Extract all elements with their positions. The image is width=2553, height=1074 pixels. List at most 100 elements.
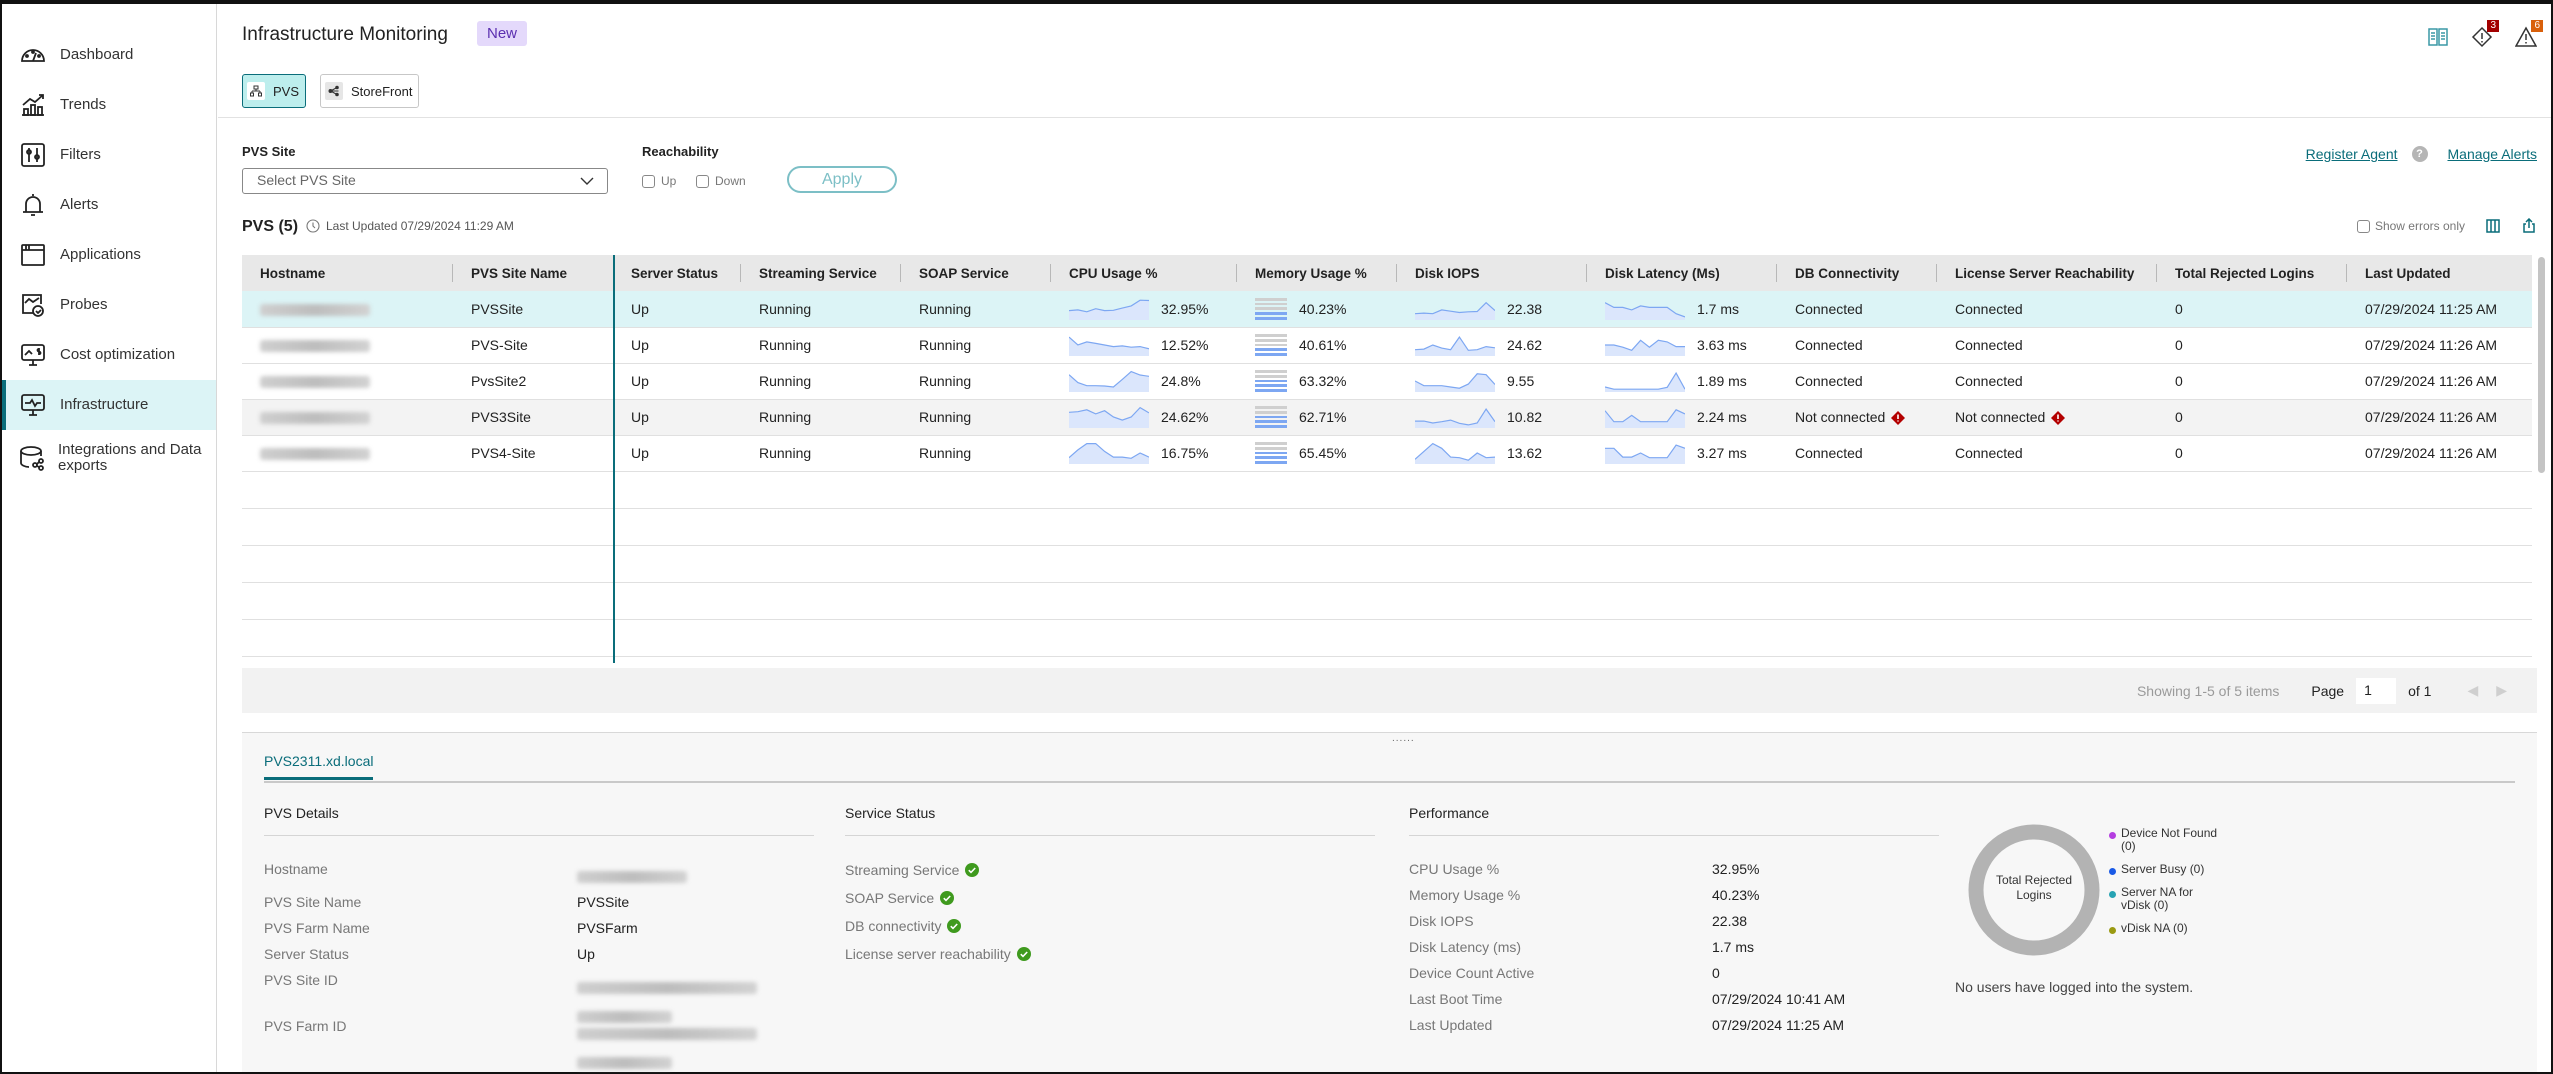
- license-reachability: Connected: [1955, 300, 2023, 317]
- warning-triangle-icon[interactable]: 6: [2514, 20, 2543, 48]
- column-header[interactable]: Hostname: [242, 255, 453, 291]
- checkbox-box[interactable]: [2356, 220, 2370, 234]
- show-errors-checkbox[interactable]: Show errors only: [2356, 219, 2465, 234]
- sidebar-item-infrastructure[interactable]: Infrastructure: [2, 380, 216, 430]
- storefront-share-icon: [325, 82, 344, 100]
- latency-sparkline: [1605, 339, 1685, 356]
- page-number-input[interactable]: 1: [2356, 677, 2397, 704]
- cell-latency: 3.27 ms: [1587, 435, 1777, 472]
- column-header[interactable]: CPU Usage %: [1051, 255, 1237, 291]
- column-header[interactable]: Total Rejected Logins: [2157, 255, 2347, 291]
- table-row[interactable]: PVS3Site Up Running Running 24.62% 62.71% 10.8…: [242, 399, 2532, 436]
- sidebar-item-trends[interactable]: Trends: [2, 80, 216, 130]
- cell-soap: Running: [901, 291, 1051, 328]
- reachability-down-checkbox[interactable]: Down: [696, 174, 746, 188]
- sidebar-item-alerts[interactable]: Alerts: [2, 180, 216, 230]
- cell-soap: Running: [901, 435, 1051, 472]
- cpu-sparkline: [1069, 370, 1149, 392]
- iops-sparkline: [1415, 336, 1495, 356]
- checkbox-box[interactable]: [642, 174, 655, 188]
- service-name: DB connectivity: [845, 918, 942, 934]
- resize-grip-handle[interactable]: ......: [1392, 733, 1415, 744]
- column-header-label: Disk Latency (Ms): [1605, 265, 1720, 281]
- legend-label: Device Not Found (0): [2121, 826, 2218, 853]
- tab-pvs[interactable]: PVS: [242, 74, 307, 108]
- table-row[interactable]: PVS-Site Up Running Running 12.52% 40.61% 24.6…: [242, 327, 2532, 364]
- column-header[interactable]: DB Connectivity: [1777, 255, 1937, 291]
- memory-usage-bar: [1255, 442, 1287, 464]
- column-header[interactable]: Streaming Service: [741, 255, 901, 291]
- checkbox-label: Up: [661, 174, 677, 188]
- error-diamond-icon: [2051, 411, 2066, 426]
- sidebar-item-filters[interactable]: Filters: [2, 130, 216, 180]
- column-header[interactable]: Disk IOPS: [1397, 255, 1587, 291]
- sidebar-item-probes[interactable]: Probes: [2, 280, 216, 330]
- manage-alerts-link[interactable]: Manage Alerts: [2448, 146, 2538, 162]
- column-header[interactable]: SOAP Service: [901, 255, 1051, 291]
- table-tools: Show errors only: [2356, 218, 2537, 234]
- site-name: PVS4-Site: [471, 445, 536, 461]
- next-page-button[interactable]: ▶: [2496, 682, 2507, 699]
- details-tab-host[interactable]: PVS2311.xd.local: [264, 753, 374, 780]
- blurred-hostname: [260, 304, 370, 317]
- sidebar-item-cost-optimization[interactable]: Cost optimization: [2, 330, 216, 380]
- streaming-status: Running: [759, 409, 812, 425]
- alert-diamond-icon[interactable]: 3: [2471, 20, 2499, 48]
- column-header[interactable]: License Server Reachability: [1937, 255, 2157, 291]
- column-header[interactable]: Memory Usage %: [1237, 255, 1397, 291]
- streaming-status: Running: [759, 445, 812, 461]
- streaming-status: Running: [759, 373, 812, 389]
- trends-chart-icon: [18, 90, 48, 120]
- cpu-value: 32.95%: [1161, 300, 1209, 317]
- cell-streaming: Running: [741, 363, 901, 400]
- pvs-site-select[interactable]: Select PVS Site: [242, 168, 608, 194]
- blurred-value: [577, 856, 687, 889]
- apply-button[interactable]: Apply: [787, 166, 897, 193]
- latency-sparkline: [1605, 371, 1685, 392]
- reachability-up-checkbox[interactable]: Up: [642, 174, 676, 188]
- empty-table-row: [242, 471, 2532, 509]
- table-row[interactable]: PvsSite2 Up Running Running 24.8% 63.32% 9.55 1…: [242, 363, 2532, 400]
- last-updated-text: Last Updated 07/29/2024 11:29 AM: [326, 219, 514, 233]
- register-agent-link[interactable]: Register Agent: [2306, 146, 2398, 162]
- service-status-row: DB connectivity: [845, 912, 1375, 940]
- table-row[interactable]: PVS4-Site Up Running Running 16.75% 65.45% 13.…: [242, 435, 2532, 472]
- perf-key: Last Updated: [1409, 1017, 1493, 1033]
- export-share-icon[interactable]: [2521, 218, 2537, 234]
- column-header-label: DB Connectivity: [1795, 265, 1900, 281]
- cell-streaming: Running: [741, 327, 901, 364]
- column-header-label: Server Status: [631, 265, 719, 281]
- tab-storefront[interactable]: StoreFront: [320, 74, 420, 108]
- cell-streaming: Running: [741, 435, 901, 472]
- application-window-icon: [18, 240, 48, 270]
- perf-key: Memory Usage %: [1409, 887, 1521, 903]
- column-header[interactable]: PVS Site Name: [453, 255, 613, 291]
- columns-icon[interactable]: [2485, 218, 2501, 234]
- blurred-hostname: [260, 448, 370, 461]
- cell-cpu: 16.75%: [1051, 435, 1237, 472]
- cell-memory: 40.23%: [1237, 291, 1397, 328]
- sidebar-item-integrations[interactable]: Integrations and Data exports: [2, 430, 216, 486]
- sidebar-item-label: Filters: [60, 146, 101, 163]
- column-header[interactable]: Disk Latency (Ms): [1587, 255, 1777, 291]
- checkbox-label: Down: [715, 174, 746, 188]
- cell-memory: 65.45%: [1237, 435, 1397, 472]
- sidebar-item-applications[interactable]: Applications: [2, 230, 216, 280]
- prev-page-button[interactable]: ◀: [2467, 682, 2478, 699]
- cell-db: Connected: [1777, 435, 1937, 472]
- cell-iops: 9.55: [1397, 363, 1587, 400]
- table-scrollbar[interactable]: [2538, 257, 2545, 473]
- column-header[interactable]: Server Status: [613, 255, 741, 291]
- rejected-logins: 0: [2175, 337, 2183, 353]
- checkbox-box[interactable]: [696, 174, 709, 188]
- help-icon[interactable]: ?: [2411, 146, 2428, 162]
- column-header[interactable]: Last Updated: [2347, 255, 2532, 291]
- latency-value: 2.24 ms: [1697, 409, 1747, 425]
- table-row[interactable]: PVSSite Up Running Running 32.95% 40.23% 22.38…: [242, 291, 2532, 328]
- docs-book-icon[interactable]: [2427, 26, 2449, 48]
- cell-memory: 62.71%: [1237, 399, 1397, 436]
- cell-memory: 63.32%: [1237, 363, 1397, 400]
- sidebar-item-dashboard[interactable]: Dashboard: [2, 30, 216, 80]
- header-icons: 3 6: [2427, 20, 2543, 48]
- page-header: Infrastructure Monitoring New PVS StoreF…: [218, 4, 2551, 118]
